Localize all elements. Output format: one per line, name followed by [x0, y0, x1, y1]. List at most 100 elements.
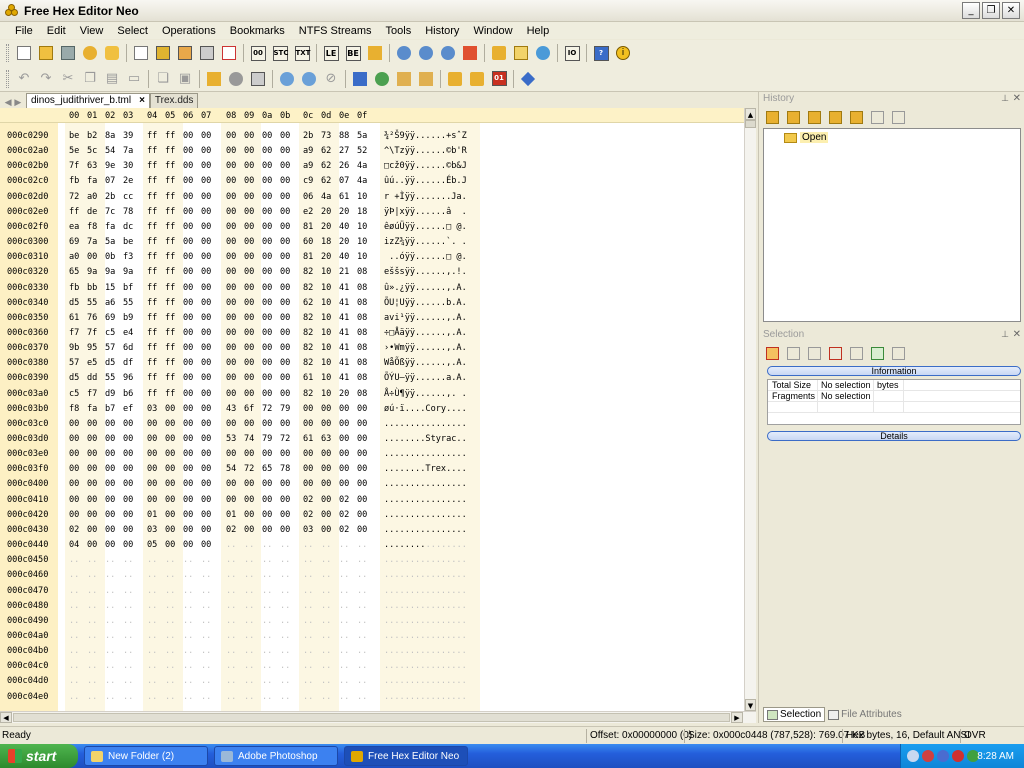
hex-byte[interactable]: ..: [87, 586, 97, 596]
hex-byte[interactable]: 00: [244, 192, 254, 202]
hex-byte[interactable]: ff: [165, 389, 175, 399]
hex-byte[interactable]: ..: [244, 586, 254, 596]
hex-byte[interactable]: ..: [165, 586, 175, 596]
plugin-icon[interactable]: [460, 43, 480, 63]
hex-byte[interactable]: ff: [165, 328, 175, 338]
hex-byte[interactable]: ..: [87, 631, 97, 641]
hex-byte[interactable]: ..: [147, 586, 157, 596]
hex-byte[interactable]: ..: [262, 555, 272, 565]
hex-byte[interactable]: 00: [183, 373, 193, 383]
hex-byte[interactable]: 00: [201, 283, 211, 293]
hex-byte[interactable]: ..: [183, 631, 193, 641]
hex-byte[interactable]: 06: [303, 192, 313, 202]
ascii-text[interactable]: avi¹ÿÿ......‚.A.: [384, 313, 467, 323]
hex-byte[interactable]: ..: [165, 692, 175, 702]
hex-byte[interactable]: 00: [165, 510, 175, 520]
hex-byte[interactable]: 00: [244, 389, 254, 399]
hex-row[interactable]: 000c03e0 00 00 00 00 00 00 00 00 00 00 00 00 00 00 00 00…: [0, 446, 744, 461]
hex-byte[interactable]: 62: [321, 176, 331, 186]
hex-byte[interactable]: 00: [280, 192, 290, 202]
hex-byte[interactable]: 79: [280, 404, 290, 414]
copy-icon[interactable]: ❐: [80, 69, 100, 89]
hex-byte[interactable]: 00: [183, 525, 193, 535]
history-clear-icon[interactable]: [763, 108, 781, 126]
menu-bookmarks[interactable]: Bookmarks: [223, 25, 292, 37]
hex-byte[interactable]: 00: [165, 419, 175, 429]
hex-byte[interactable]: 00: [262, 222, 272, 232]
hex-byte[interactable]: 00: [183, 343, 193, 353]
hex-byte[interactable]: 00: [262, 237, 272, 247]
hex-byte[interactable]: 72: [69, 192, 79, 202]
hex-byte[interactable]: 04: [69, 540, 79, 550]
hex-row[interactable]: 000c0350 61 76 69 b9 ff ff 00 00 00 00 00 00 82 10 41 08…: [0, 310, 744, 325]
zoom-in-icon[interactable]: [277, 69, 297, 89]
hex-byte[interactable]: 00: [165, 479, 175, 489]
hex-byte[interactable]: ..: [183, 570, 193, 580]
hex-byte[interactable]: df: [123, 358, 133, 368]
hex-byte[interactable]: ..: [244, 631, 254, 641]
hex-byte[interactable]: ..: [147, 661, 157, 671]
hex-byte[interactable]: 00: [357, 525, 367, 535]
hex-byte[interactable]: ..: [201, 631, 211, 641]
hex-byte[interactable]: c5: [69, 389, 79, 399]
hex-byte[interactable]: 00: [357, 510, 367, 520]
hex-byte[interactable]: 00: [201, 313, 211, 323]
hex-byte[interactable]: 00: [226, 283, 236, 293]
open-volume-icon[interactable]: [80, 43, 100, 63]
hex-byte[interactable]: 00: [357, 464, 367, 474]
hex-byte[interactable]: 00: [244, 161, 254, 171]
hex-row[interactable]: 000c0320 65 9a 9a 9a ff ff 00 00 00 00 00 00 82 10 21 08…: [0, 264, 744, 279]
hex-byte[interactable]: 00: [183, 389, 193, 399]
hex-byte[interactable]: 10: [321, 358, 331, 368]
hex-byte[interactable]: f7: [69, 328, 79, 338]
hex-byte[interactable]: ff: [147, 192, 157, 202]
hex-byte[interactable]: ..: [226, 540, 236, 550]
hex-byte[interactable]: ..: [357, 586, 367, 596]
ascii-text[interactable]: ›•Wmÿÿ......‚.A.: [384, 343, 467, 353]
zoom-reset-icon[interactable]: ⊘: [321, 69, 341, 89]
menu-window[interactable]: Window: [466, 25, 519, 37]
hex-byte[interactable]: a6: [105, 298, 115, 308]
hex-byte[interactable]: ..: [147, 555, 157, 565]
hex-byte[interactable]: 00: [183, 192, 193, 202]
hex-byte[interactable]: 00: [201, 464, 211, 474]
hex-byte[interactable]: 00: [69, 510, 79, 520]
paste-icon[interactable]: ▤: [102, 69, 122, 89]
hex-byte[interactable]: ff: [147, 298, 157, 308]
hex-byte[interactable]: ..: [262, 616, 272, 626]
history-list[interactable]: Open: [763, 128, 1021, 322]
hex-byte[interactable]: ..: [183, 616, 193, 626]
hex-byte[interactable]: 00: [69, 479, 79, 489]
hex-byte[interactable]: 88: [339, 131, 349, 141]
hex-byte[interactable]: 21: [339, 267, 349, 277]
hex-byte[interactable]: ..: [226, 631, 236, 641]
hex-byte[interactable]: 76: [87, 313, 97, 323]
menu-help[interactable]: Help: [520, 25, 557, 37]
hex-byte[interactable]: 82: [303, 267, 313, 277]
hex-byte[interactable]: 00: [357, 434, 367, 444]
hex-byte[interactable]: 00: [280, 525, 290, 535]
hex-byte[interactable]: ..: [165, 676, 175, 686]
hex-byte[interactable]: ..: [147, 601, 157, 611]
ascii-text[interactable]: û».¿ÿÿ......‚.A.: [384, 283, 467, 293]
goto-icon[interactable]: [372, 69, 392, 89]
menu-history[interactable]: History: [418, 25, 466, 37]
scroll-down-arrow[interactable]: ▼: [745, 699, 756, 711]
hex-byte[interactable]: ..: [339, 601, 349, 611]
hex-byte[interactable]: 00: [262, 283, 272, 293]
hex-byte[interactable]: ..: [201, 555, 211, 565]
hex-byte[interactable]: ff: [147, 222, 157, 232]
hex-byte[interactable]: 00: [321, 525, 331, 535]
hex-row[interactable]: 000c02f0 ea f8 fa dc ff ff 00 00 00 00 00 00 81 20 40 10…: [0, 219, 744, 234]
hex-byte[interactable]: ff: [165, 161, 175, 171]
hex-byte[interactable]: 7f: [69, 161, 79, 171]
hex-byte[interactable]: 00: [321, 449, 331, 459]
hex-byte[interactable]: 00: [226, 161, 236, 171]
hex-byte[interactable]: 00: [280, 252, 290, 262]
hex-byte[interactable]: 55: [105, 373, 115, 383]
ascii-text[interactable]: ÿÞ|xÿÿ......â .: [384, 207, 467, 217]
hex-byte[interactable]: 00: [244, 313, 254, 323]
hex-byte[interactable]: ..: [123, 570, 133, 580]
hex-byte[interactable]: 57: [105, 343, 115, 353]
hex-byte[interactable]: 53: [226, 434, 236, 444]
